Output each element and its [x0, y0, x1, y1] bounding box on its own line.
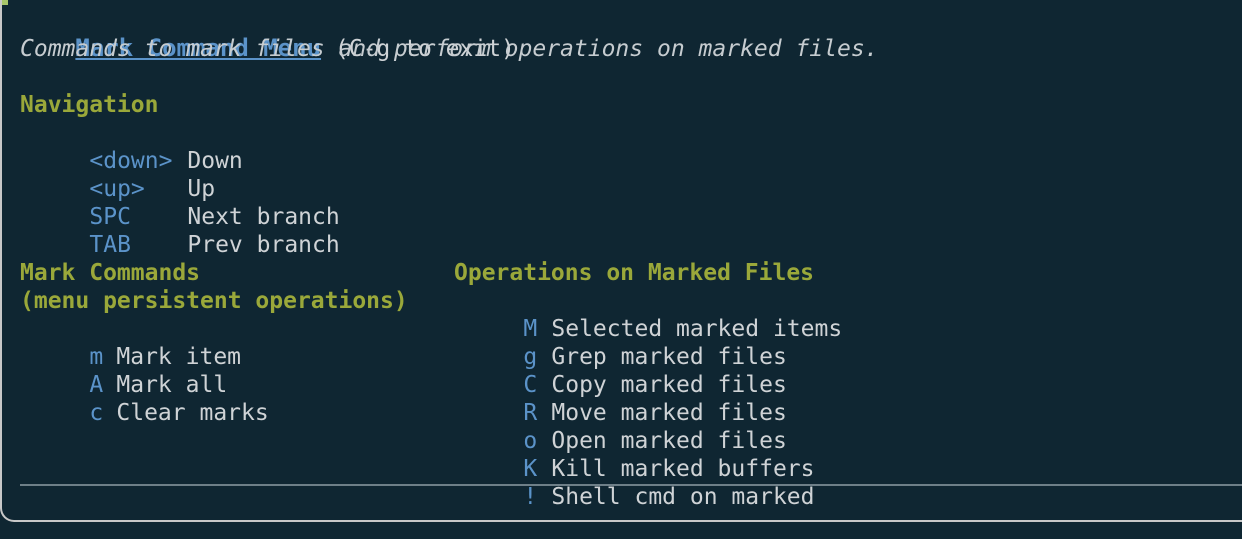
fringe-indicator: [2, 0, 8, 5]
op-selected-marked-items[interactable]: M Selected marked items: [468, 287, 842, 342]
mark-commands-subheading: (menu persistent operations): [20, 288, 408, 314]
mark-item-command[interactable]: m Mark item: [34, 315, 241, 370]
transient-menu-window: Mark Command Menu (C-g to exit) Commands…: [0, 0, 1242, 522]
menu-header: Mark Command Menu (C-g to exit): [20, 6, 515, 62]
nav-item-up[interactable]: <up> Up: [34, 147, 215, 202]
nav-key: TAB: [89, 232, 131, 258]
clear-marks-command[interactable]: c Clear marks: [34, 371, 268, 426]
op-copy-marked-files[interactable]: C Copy marked files: [468, 343, 786, 398]
nav-item-down[interactable]: <down> Down: [34, 119, 242, 174]
bottom-divider: [20, 484, 1242, 486]
operations-heading: Operations on Marked Files: [454, 260, 815, 286]
op-shell-cmd-on-marked[interactable]: ! Shell cmd on marked: [468, 455, 814, 510]
navigation-heading: Navigation: [20, 92, 159, 118]
op-move-marked-files[interactable]: R Move marked files: [468, 371, 786, 426]
menu-description: Commands to mark files and perform opera…: [20, 36, 879, 62]
op-open-marked-files[interactable]: o Open marked files: [468, 399, 786, 454]
command-label: Clear marks: [116, 400, 269, 426]
op-grep-marked-files[interactable]: g Grep marked files: [468, 315, 786, 370]
nav-item-next-branch[interactable]: SPC Next branch: [34, 175, 339, 230]
nav-item-prev-branch[interactable]: TAB Prev branch: [34, 203, 339, 258]
command-key: !: [523, 484, 538, 510]
nav-label: Prev branch: [187, 232, 340, 258]
op-kill-marked-buffers[interactable]: K Kill marked buffers: [468, 427, 814, 482]
mark-all-command[interactable]: A Mark all: [34, 343, 227, 398]
command-label: Shell cmd on marked: [551, 484, 815, 510]
mark-commands-heading: Mark Commands: [20, 260, 201, 286]
command-key: c: [89, 400, 104, 426]
